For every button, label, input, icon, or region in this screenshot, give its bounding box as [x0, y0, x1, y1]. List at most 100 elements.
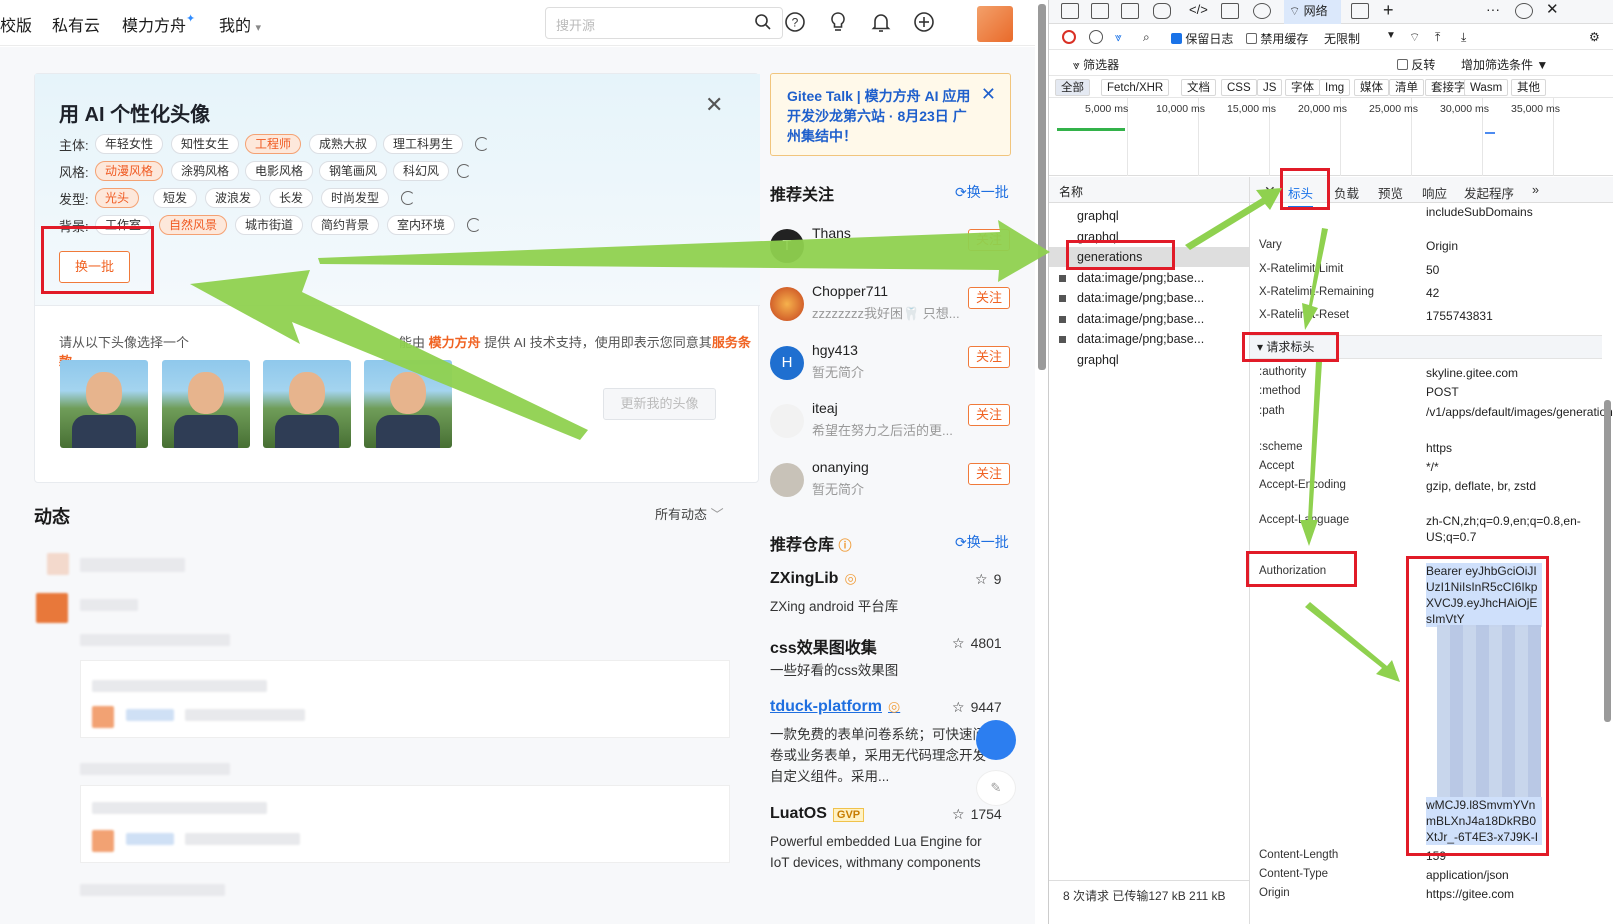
help-icon[interactable]: ⓘ — [838, 538, 851, 553]
type-filter[interactable]: JS — [1257, 79, 1283, 96]
nav-item-mine[interactable]: 我的 ▾ — [219, 12, 261, 36]
chevron-down-icon[interactable]: ▼ — [1386, 30, 1396, 41]
nav-item-edition[interactable]: 校版 — [0, 12, 32, 36]
preserve-log-checkbox[interactable]: 保留日志 — [1171, 30, 1233, 47]
upload-icon[interactable]: ⤒ — [1435, 30, 1440, 45]
refresh-icon[interactable] — [475, 137, 489, 151]
tab-payload[interactable]: 负载 — [1334, 183, 1359, 202]
tab-headers[interactable]: 标头 — [1288, 183, 1314, 208]
repo-stars[interactable]: ☆ 4801 — [952, 635, 1002, 652]
type-filter[interactable]: 全部 — [1055, 79, 1090, 96]
request-row[interactable]: graphql — [1049, 206, 1249, 226]
search-icon[interactable]: ⌕ — [1143, 30, 1150, 45]
type-filter[interactable]: CSS — [1221, 79, 1257, 96]
lightbulb-icon[interactable] — [826, 10, 850, 34]
chip-option[interactable]: 工作室 — [95, 215, 152, 235]
device-icon[interactable] — [1091, 3, 1109, 19]
request-row[interactable]: data:image/png;base... — [1049, 268, 1249, 288]
more-filters-button[interactable]: 增加筛选条件 ▼ — [1461, 56, 1548, 73]
follow-button[interactable]: 关注 — [968, 346, 1010, 368]
chip-option[interactable]: 钢笔画风 — [319, 161, 388, 181]
follow-name[interactable]: iteaj — [812, 400, 838, 416]
tab-network[interactable]: ⌔ 网络 — [1284, 0, 1341, 24]
close-icon[interactable]: ✕ — [1264, 183, 1276, 200]
feed-filter[interactable]: 所有动态 ﹀ — [655, 504, 724, 523]
event-banner[interactable]: Gitee Talk | 模力方舟 AI 应用开发沙龙第六站 · 8月23日 广… — [770, 73, 1011, 156]
chip-option[interactable]: 年轻女性 — [95, 134, 164, 154]
chip-option[interactable]: 涂鸦风格 — [171, 161, 240, 181]
request-row[interactable]: data:image/png;base... — [1049, 309, 1249, 329]
clear-icon[interactable] — [1089, 30, 1103, 44]
follow-button[interactable]: 关注 — [968, 404, 1010, 426]
repos-refresh[interactable]: ⟳换一批 — [955, 532, 1009, 552]
follow-name[interactable]: hgy413 — [812, 342, 858, 358]
bug-icon[interactable] — [1253, 3, 1271, 19]
request-row[interactable]: data:image/png;base... — [1049, 288, 1249, 308]
chip-option[interactable]: 时尚发型 — [321, 188, 390, 208]
refresh-icon[interactable] — [467, 218, 481, 232]
avatar[interactable] — [770, 287, 804, 321]
more-tabs-icon[interactable]: » — [1532, 183, 1539, 197]
type-filter[interactable]: 字体 — [1285, 79, 1320, 96]
chip-option[interactable]: 动漫风格 — [95, 161, 164, 181]
follow-name[interactable]: Thans — [812, 225, 851, 241]
tab-response[interactable]: 响应 — [1422, 183, 1447, 202]
add-icon[interactable] — [912, 10, 936, 34]
bell-icon[interactable] — [869, 10, 893, 34]
request-headers-section[interactable]: ▾ 请求标头 — [1250, 335, 1602, 359]
page-scrollbar[interactable] — [1038, 4, 1046, 370]
elements-icon[interactable]: </> — [1189, 3, 1208, 19]
assistant-fab-icon[interactable] — [976, 720, 1016, 760]
type-filter[interactable]: 媒体 — [1354, 79, 1389, 96]
add-tab-icon[interactable]: + — [1383, 1, 1401, 19]
search-icon[interactable] — [754, 13, 772, 31]
follow-name[interactable]: onanying — [812, 459, 869, 475]
follow-name[interactable]: Chopper711 — [812, 283, 888, 299]
filter-input[interactable]: ⩔ 筛选器 — [1073, 56, 1119, 73]
disable-cache-checkbox[interactable]: 禁用缓存 — [1246, 30, 1308, 47]
inspect-icon[interactable] — [1061, 3, 1079, 19]
repo-name[interactable]: tduck-platform ◎ — [770, 698, 900, 716]
follow-button[interactable]: 关注 — [968, 463, 1010, 485]
type-filter[interactable]: 文档 — [1181, 79, 1216, 96]
name-column-header[interactable]: 名称 — [1059, 183, 1083, 200]
request-row[interactable]: graphql — [1049, 227, 1249, 247]
close-icon[interactable]: ✕ — [1546, 2, 1564, 19]
download-icon[interactable]: ⤓ — [1461, 30, 1466, 45]
request-row[interactable]: generations — [1049, 247, 1249, 267]
repo-name[interactable]: css效果图收集 — [770, 634, 877, 658]
console-icon[interactable] — [1221, 3, 1239, 19]
search-input[interactable]: 搜开源 — [545, 7, 783, 39]
avatar[interactable]: H — [770, 346, 804, 380]
type-filter[interactable]: Fetch/XHR — [1101, 79, 1170, 96]
help-icon[interactable]: ? — [783, 10, 807, 34]
repo-stars[interactable]: ☆ 9 — [975, 571, 1001, 588]
refresh-icon[interactable] — [401, 191, 415, 205]
chip-option[interactable]: 电影风格 — [245, 161, 314, 181]
chip-option[interactable]: 成熟大叔 — [309, 134, 378, 154]
follow-refresh[interactable]: ⟳换一批 — [955, 182, 1009, 202]
chip-option[interactable]: 室内环境 — [387, 215, 456, 235]
chip-option[interactable]: 理工科男生 — [383, 134, 464, 154]
filter-funnel-icon[interactable]: ⩔ — [1115, 30, 1122, 45]
repo-name[interactable]: ZXingLib ◎ — [770, 570, 857, 588]
repo-name[interactable]: LuatOS GVP — [770, 805, 865, 823]
chip-option[interactable]: 城市街道 — [235, 215, 304, 235]
more-icon[interactable]: ··· — [1486, 2, 1504, 19]
throttle-select[interactable]: 无限制 — [1324, 30, 1360, 47]
network-conditions-icon[interactable]: ⌔ — [1409, 30, 1420, 45]
close-icon[interactable]: ✕ — [981, 84, 996, 104]
follow-button[interactable]: 关注 — [968, 287, 1010, 309]
refresh-icon[interactable] — [457, 164, 471, 178]
chip-option[interactable]: 短发 — [153, 188, 198, 208]
settings-icon[interactable]: ⚙ — [1589, 30, 1600, 44]
chip-option[interactable]: 知性女生 — [171, 134, 240, 154]
update-avatar-button[interactable]: 更新我的头像 — [603, 388, 716, 420]
record-icon[interactable] — [1062, 30, 1076, 44]
avatar-option-3[interactable] — [263, 360, 351, 448]
chip-option[interactable]: 简约背景 — [311, 215, 380, 235]
request-row[interactable]: data:image/png;base... — [1049, 329, 1249, 349]
invert-checkbox[interactable]: 反转 — [1397, 56, 1435, 73]
brand-link[interactable]: 模力方舟 — [429, 335, 481, 350]
chip-option[interactable]: 光头 — [95, 188, 140, 208]
